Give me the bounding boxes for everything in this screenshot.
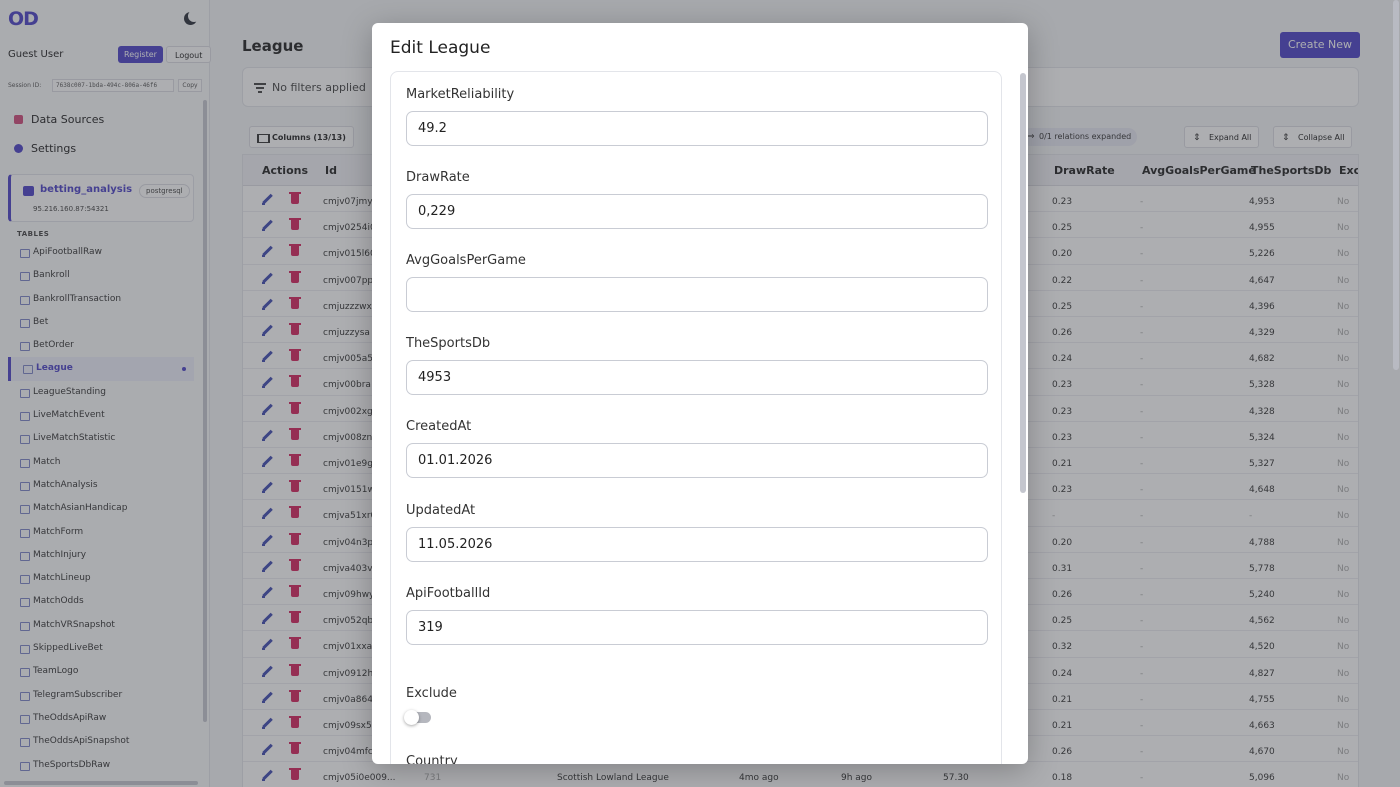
field-label: AvgGoalsPerGame — [406, 253, 526, 269]
modal-scrollbar[interactable] — [1020, 73, 1026, 493]
edit-form: Exclude Country MarketReliability DrawRat… — [390, 71, 1002, 764]
field-label: ApiFootballId — [406, 585, 491, 601]
field-input-marketreliability[interactable] — [406, 111, 988, 146]
field-label-exclude: Exclude — [406, 686, 457, 701]
field-label-country: Country — [406, 754, 458, 764]
field-label: MarketReliability — [406, 87, 515, 102]
field-label: TheSportsDb — [406, 336, 491, 352]
edit-league-modal: Edit League Exclude Country MarketReliab… — [372, 23, 1028, 764]
field-input-createdat[interactable] — [406, 443, 988, 479]
field-input-apifootballid[interactable] — [406, 609, 988, 645]
field-label: DrawRate — [406, 170, 470, 186]
field-label: CreatedAt — [406, 419, 472, 435]
field-input-thesportsdb[interactable] — [406, 360, 988, 396]
modal-title: Edit League — [390, 38, 491, 58]
field-input-updatedat[interactable] — [406, 526, 988, 562]
field-input-drawrate[interactable] — [406, 194, 988, 230]
exclude-toggle[interactable] — [404, 710, 431, 725]
field-label: UpdatedAt — [406, 502, 476, 518]
page-scrollbar[interactable] — [1393, 0, 1399, 370]
field-input-avggoalspergame[interactable] — [406, 277, 988, 313]
